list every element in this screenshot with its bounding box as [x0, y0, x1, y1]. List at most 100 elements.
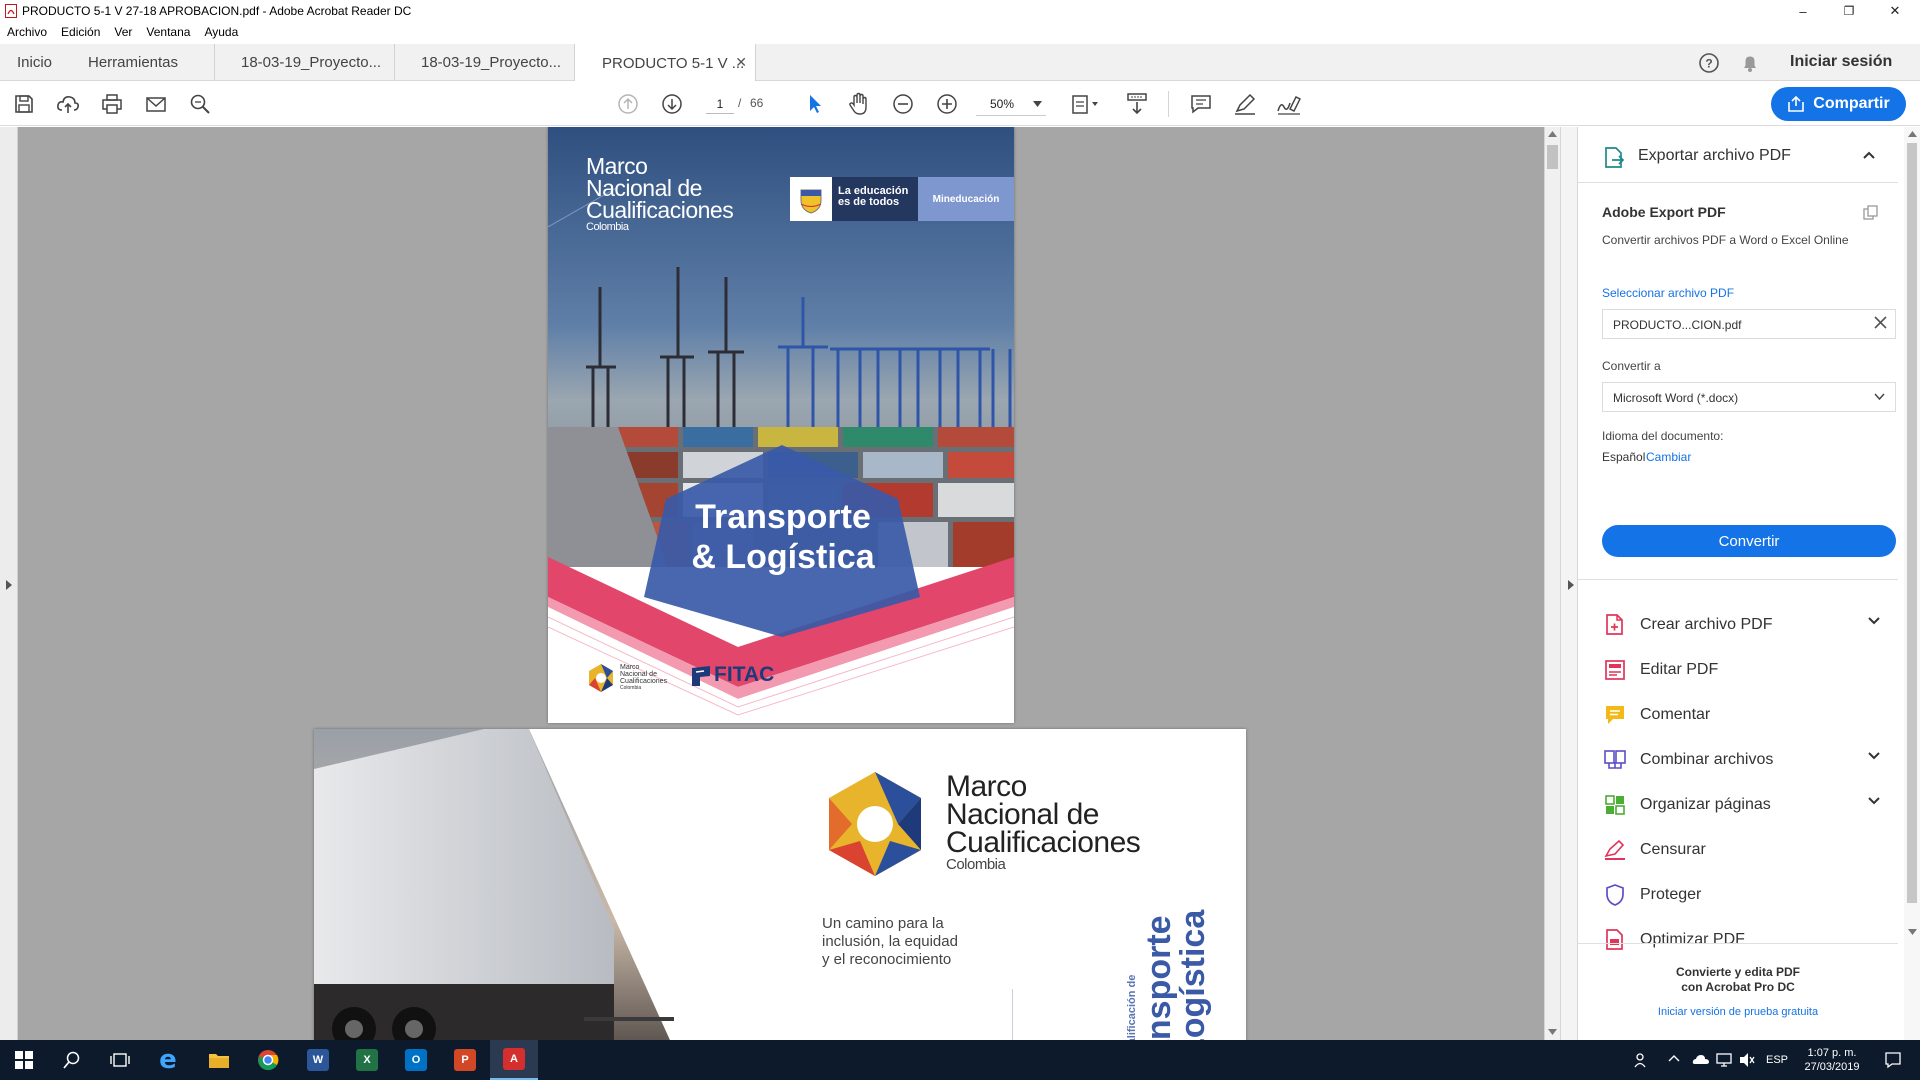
scroll-down-icon[interactable]: [1908, 929, 1917, 935]
close-button[interactable]: ✕: [1872, 0, 1918, 22]
signin-link[interactable]: Iniciar sesión: [1790, 53, 1892, 71]
print-icon[interactable]: [97, 89, 127, 119]
convert-format-value: Microsoft Word (*.docx): [1613, 391, 1739, 405]
convert-format-select[interactable]: Microsoft Word (*.docx): [1602, 382, 1896, 412]
convert-button[interactable]: Convertir: [1602, 525, 1896, 557]
bell-icon[interactable]: [1739, 52, 1761, 74]
volume-icon[interactable]: [1738, 1052, 1756, 1068]
acrobat-taskbar-icon[interactable]: A: [490, 1040, 538, 1080]
maximize-button[interactable]: ❐: [1826, 0, 1872, 22]
chevron-down-icon[interactable]: [1868, 797, 1880, 805]
windows-start-icon[interactable]: [0, 1040, 48, 1080]
network-icon[interactable]: [1715, 1052, 1733, 1068]
prev-page-icon[interactable]: [613, 89, 643, 119]
close-tab-icon[interactable]: ✕: [735, 54, 747, 71]
selected-file-field[interactable]: PRODUCTO...CION.pdf: [1602, 309, 1896, 339]
file-explorer-icon[interactable]: [195, 1040, 243, 1080]
chevron-down-icon[interactable]: [1868, 752, 1880, 760]
search-zoom-icon[interactable]: [185, 89, 215, 119]
document-scrollbar[interactable]: [1544, 127, 1560, 1040]
save-icon[interactable]: [9, 89, 39, 119]
title-bar: PRODUCTO 5-1 V 27-18 APROBACION.pdf - Ad…: [0, 0, 1920, 22]
chevron-up-icon[interactable]: [1863, 151, 1875, 159]
task-view-icon[interactable]: [96, 1040, 144, 1080]
menu-archivo[interactable]: Archivo: [7, 25, 47, 39]
export-pdf-header[interactable]: Exportar archivo PDF: [1578, 127, 1898, 183]
excel-icon[interactable]: X: [343, 1040, 391, 1080]
tab-doc-2[interactable]: 18-03-19_Proyecto...: [394, 44, 574, 81]
upload-cloud-icon[interactable]: [53, 89, 83, 119]
create-pdf-icon: [1602, 612, 1628, 638]
expand-left-panel-icon[interactable]: [5, 579, 13, 591]
onedrive-icon[interactable]: [1692, 1052, 1710, 1066]
trial-link[interactable]: Iniciar versión de prueba gratuita: [1578, 1006, 1898, 1018]
menu-ventana[interactable]: Ventana: [146, 25, 190, 39]
copy-icon[interactable]: [1863, 205, 1879, 221]
zoom-out-icon[interactable]: [888, 89, 918, 119]
tab-herramientas[interactable]: Herramientas: [88, 44, 178, 81]
tool-organize[interactable]: Organizar páginas: [1578, 783, 1898, 827]
page2-vertical-line: Logística: [1174, 909, 1212, 1040]
scroll-down-icon[interactable]: [1548, 1029, 1557, 1035]
hand-tool-icon[interactable]: [844, 89, 874, 119]
comment-tool-icon[interactable]: [1186, 89, 1216, 119]
scroll-thumb[interactable]: [1547, 145, 1558, 169]
tool-comment[interactable]: Comentar: [1578, 693, 1898, 737]
page-number-input[interactable]: 1: [706, 94, 734, 114]
people-icon[interactable]: [1634, 1052, 1650, 1068]
tool-optimize[interactable]: Optimizar PDF: [1578, 918, 1898, 962]
menu-ayuda[interactable]: Ayuda: [204, 25, 238, 39]
sign-icon[interactable]: [1274, 89, 1304, 119]
outlook-icon[interactable]: O: [392, 1040, 440, 1080]
zoom-select[interactable]: 50%: [976, 92, 1046, 116]
minimize-button[interactable]: –: [1780, 0, 1826, 22]
search-icon[interactable]: [48, 1040, 96, 1080]
fit-page-icon[interactable]: [1068, 89, 1104, 119]
chevron-up-icon[interactable]: [1668, 1054, 1680, 1062]
notifications-icon[interactable]: [1884, 1051, 1902, 1069]
scroll-mode-icon[interactable]: [1122, 89, 1152, 119]
tab-doc-active[interactable]: PRODUCTO 5-1 V ... ✕: [574, 44, 756, 82]
keyboard-language[interactable]: ESP: [1766, 1054, 1788, 1066]
edge-browser-icon[interactable]: e: [144, 1040, 192, 1080]
collapse-right-panel-icon[interactable]: [1567, 579, 1575, 591]
change-language-link[interactable]: Cambiar: [1646, 450, 1691, 464]
tool-redact[interactable]: Censurar: [1578, 828, 1898, 872]
share-button[interactable]: Compartir: [1771, 87, 1906, 121]
scroll-thumb[interactable]: [1907, 143, 1917, 903]
promo-line: con Acrobat Pro DC: [1681, 980, 1795, 994]
document-viewport[interactable]: Marco Nacional de Cualificaciones Colomb…: [0, 127, 1545, 1040]
menu-ver[interactable]: Ver: [114, 25, 132, 39]
menu-edicion[interactable]: Edición: [61, 25, 100, 39]
select-file-link[interactable]: Seleccionar archivo PDF: [1602, 286, 1734, 300]
fitac-wordmark: FITAC: [714, 663, 775, 686]
powerpoint-icon[interactable]: P: [441, 1040, 489, 1080]
promo-line: Convierte y edita PDF: [1675, 965, 1801, 979]
mnc-hexagon-logo: [586, 663, 616, 693]
panel-scrollbar[interactable]: [1904, 127, 1920, 1040]
panel-divider: [1578, 579, 1898, 580]
tool-combine[interactable]: Combinar archivos: [1578, 738, 1898, 782]
zoom-in-icon[interactable]: [932, 89, 962, 119]
menu-bar: Archivo Edición Ver Ventana Ayuda: [0, 22, 1920, 42]
select-cursor-icon[interactable]: [800, 89, 830, 119]
help-icon[interactable]: ?: [1698, 52, 1720, 74]
tool-edit-pdf[interactable]: Editar PDF: [1578, 648, 1898, 692]
email-icon[interactable]: [141, 89, 171, 119]
next-page-icon[interactable]: [657, 89, 687, 119]
tool-label: Combinar archivos: [1640, 751, 1774, 768]
chevron-down-icon: [1874, 393, 1885, 400]
doc-language-value: Español: [1602, 450, 1646, 464]
chrome-icon[interactable]: [244, 1040, 292, 1080]
tool-protect[interactable]: Proteger: [1578, 873, 1898, 917]
system-clock[interactable]: 1:07 p. m. 27/03/2019: [1796, 1046, 1868, 1074]
word-icon[interactable]: W: [294, 1040, 342, 1080]
tool-create-pdf[interactable]: Crear archivo PDF: [1578, 603, 1898, 647]
scroll-up-icon[interactable]: [1548, 131, 1557, 137]
tab-inicio[interactable]: Inicio: [17, 44, 52, 81]
clear-file-icon[interactable]: [1874, 316, 1887, 329]
chevron-down-icon[interactable]: [1868, 617, 1880, 625]
highlight-pen-icon[interactable]: [1230, 89, 1260, 119]
tab-doc-1[interactable]: 18-03-19_Proyecto...: [214, 44, 394, 81]
scroll-up-icon[interactable]: [1908, 131, 1917, 137]
